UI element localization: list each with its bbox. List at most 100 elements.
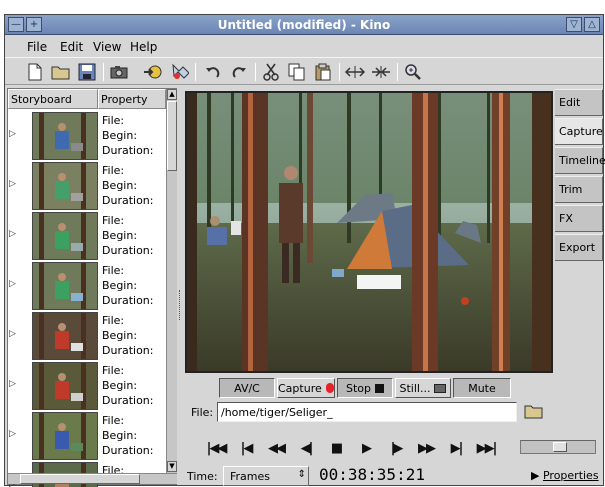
storyboard-horizontal-scrollbar[interactable] [8, 473, 177, 484]
cut-icon[interactable] [261, 62, 281, 82]
scroll-down-arrow-icon[interactable]: ▼ [167, 461, 177, 472]
storyboard-clip-row[interactable]: ▷ File: Begin: Duration: [8, 361, 166, 411]
previous-scene-icon[interactable]: |◀ [233, 438, 259, 460]
stop-button[interactable]: Stop [337, 378, 393, 398]
expand-triangle-icon[interactable]: ▷ [9, 279, 16, 289]
clip-properties: File: Begin: Duration: [102, 413, 153, 458]
stop-icon[interactable]: ■ [323, 438, 349, 460]
clip-thumbnail[interactable] [32, 362, 98, 410]
clip-duration-label: Duration: [102, 394, 154, 407]
slider-knob[interactable] [553, 442, 567, 452]
expand-triangle-icon[interactable]: ▷ [9, 329, 16, 339]
open-folder-icon[interactable] [51, 62, 71, 82]
next-frame-icon[interactable]: |▶ [383, 438, 409, 460]
properties-label: Properties [542, 469, 599, 482]
tab-capture[interactable]: Capture [555, 118, 603, 145]
window-title: Untitled (modified) - Kino [217, 18, 391, 32]
clip-file-label: File: [102, 414, 125, 427]
avc-label: AV/C [234, 381, 260, 395]
import-icon[interactable] [143, 62, 163, 82]
clip-begin-label: Begin: [102, 179, 138, 192]
copy-icon[interactable] [287, 62, 307, 82]
clip-thumbnail[interactable] [32, 212, 98, 260]
time-label: Time: [187, 470, 218, 483]
clip-duration-label: Duration: [102, 194, 154, 207]
clip-thumbnail[interactable] [32, 162, 98, 210]
time-format-select[interactable]: Frames ⇕ [223, 466, 309, 486]
storyboard-clip-row[interactable]: ▷ File: Begin: Duration: [8, 261, 166, 311]
undo-icon[interactable] [203, 62, 223, 82]
storyboard-vertical-scrollbar[interactable]: ▲ ▼ [166, 89, 177, 473]
pane-resize-handle[interactable] [179, 290, 181, 320]
export-icon[interactable] [169, 62, 189, 82]
still-button[interactable]: Still... [395, 378, 451, 398]
window-maximize-button[interactable]: △ [584, 17, 600, 32]
new-file-icon[interactable] [25, 62, 45, 82]
clip-thumbnail[interactable] [32, 112, 98, 160]
properties-toggle[interactable]: ▶ Properties [531, 469, 599, 482]
go-to-start-icon[interactable]: |◀◀ [203, 438, 229, 460]
storyboard-clip-row[interactable]: ▷ File: Begin: Duration: [8, 311, 166, 361]
record-icon [325, 383, 334, 393]
capture-controls: AV/C Capture Stop Still... Mute [219, 378, 511, 398]
window-minimize-button[interactable]: ▽ [566, 17, 582, 32]
scrollbar-thumb[interactable] [167, 101, 177, 171]
clip-thumbnail[interactable] [32, 312, 98, 360]
still-label: Still... [399, 381, 431, 395]
position-slider[interactable] [520, 440, 596, 454]
join-icon[interactable] [371, 62, 391, 82]
previous-frame-icon[interactable]: ◀| [293, 438, 319, 460]
rewind-icon[interactable]: ◀◀ [263, 438, 289, 460]
zoom-icon[interactable] [403, 62, 423, 82]
mute-button[interactable]: Mute [453, 378, 511, 398]
avc-button[interactable]: AV/C [219, 378, 275, 398]
scrollbar-h-thumb[interactable] [20, 474, 140, 484]
expand-arrow-icon: ▶ [531, 469, 540, 482]
expand-triangle-icon[interactable]: ▷ [9, 379, 16, 389]
tab-export[interactable]: Export [555, 234, 603, 261]
clip-file-label: File: [102, 114, 125, 127]
property-column-header[interactable]: Property [98, 89, 166, 109]
storyboard-clip-row[interactable]: ▷ File: Begin: Duration: [8, 161, 166, 211]
menu-help[interactable]: Help [130, 40, 157, 54]
redo-icon[interactable] [229, 62, 249, 82]
spinner-arrows-icon[interactable]: ⇕ [298, 469, 306, 480]
capture-button[interactable]: Capture [277, 378, 335, 398]
menu-view[interactable]: View [93, 40, 121, 54]
clip-properties: File: Begin: Duration: [102, 163, 153, 208]
browse-folder-icon[interactable] [523, 403, 545, 421]
storyboard-clip-row[interactable]: ▷ File: Begin: Duration: [8, 411, 166, 461]
expand-triangle-icon[interactable]: ▷ [9, 179, 16, 189]
tab-timeline[interactable]: Timeline [555, 147, 605, 174]
clip-begin-label: Begin: [102, 279, 138, 292]
split-icon[interactable] [345, 62, 365, 82]
storyboard-column-header[interactable]: Storyboard [8, 89, 98, 109]
expand-triangle-icon[interactable]: ▷ [9, 229, 16, 239]
menu-edit[interactable]: Edit [60, 40, 83, 54]
tab-fx[interactable]: FX [555, 205, 603, 232]
paste-icon[interactable] [313, 62, 333, 82]
go-to-end-icon[interactable]: ▶▶| [473, 438, 499, 460]
storyboard-clip-row[interactable]: ▷ File: Begin: Duration: [8, 211, 166, 261]
expand-triangle-icon[interactable]: ▷ [9, 429, 16, 439]
scroll-up-arrow-icon[interactable]: ▲ [167, 89, 177, 100]
file-label: File: [191, 406, 214, 419]
clip-file-label: File: [102, 164, 125, 177]
save-icon[interactable] [77, 62, 97, 82]
tab-edit[interactable]: Edit [555, 89, 603, 116]
storyboard-clip-row[interactable]: ▷ File: Begin: Duration: [8, 111, 166, 161]
camera-icon[interactable] [109, 62, 129, 82]
fast-forward-icon[interactable]: ▶▶ [413, 438, 439, 460]
capture-file-input[interactable]: /home/tiger/Seliger_ [217, 402, 517, 422]
play-icon[interactable]: ▶ [353, 438, 379, 460]
expand-triangle-icon[interactable]: ▷ [9, 129, 16, 139]
title-bar[interactable]: — + Untitled (modified) - Kino ▽ △ [5, 15, 603, 35]
menu-file[interactable]: File [27, 40, 47, 54]
clip-begin-label: Begin: [102, 329, 138, 342]
clip-duration-label: Duration: [102, 344, 154, 357]
storyboard-panel: Storyboard Property ▷ File: Begin: Duration… [7, 88, 177, 487]
tab-trim[interactable]: Trim [555, 176, 603, 203]
clip-thumbnail[interactable] [32, 412, 98, 460]
clip-thumbnail[interactable] [32, 262, 98, 310]
next-scene-icon[interactable]: ▶| [443, 438, 469, 460]
